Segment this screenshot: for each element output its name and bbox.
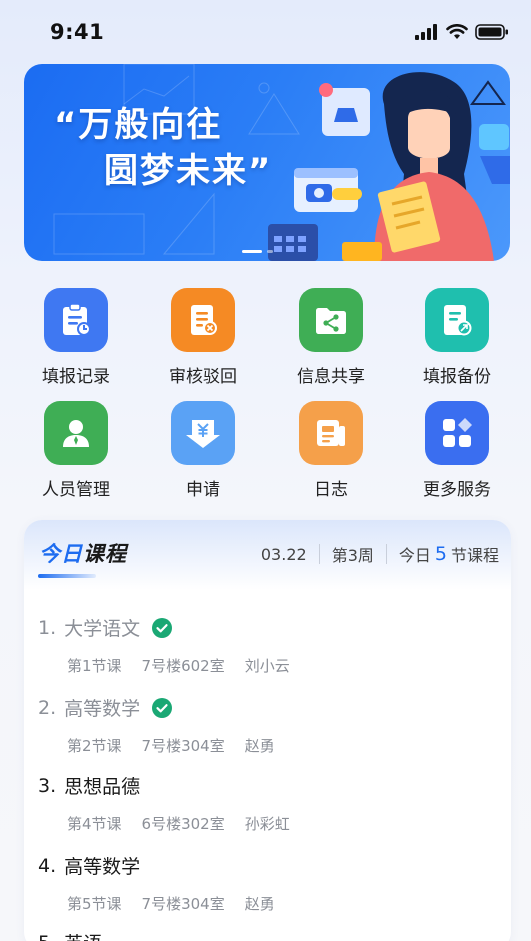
course-room: 7号楼602室 — [141, 657, 225, 675]
service-label: 申请 — [186, 480, 220, 500]
course-teacher: 赵勇 — [244, 895, 275, 913]
service-item-apply[interactable]: 申请 — [148, 401, 258, 500]
today-courses-card: 今日课程 03.22 第3周 今日 5 节课程 1. 大学语文 第1节课 7号楼… — [24, 520, 511, 941]
service-item-log[interactable]: 日志 — [276, 401, 386, 500]
service-label: 人员管理 — [42, 480, 110, 500]
service-label: 填报备份 — [423, 367, 491, 387]
today-date: 03.22 — [260, 544, 307, 564]
week-number: 第3周 — [331, 546, 374, 565]
course-teacher: 孙彩虹 — [244, 815, 290, 833]
course-index: 1. — [38, 616, 57, 639]
service-item-info-share[interactable]: 信息共享 — [276, 288, 386, 387]
course-name: 高等数学 — [64, 856, 141, 878]
course-count: 5 — [434, 543, 447, 565]
divider — [318, 544, 320, 564]
review-reject-icon — [171, 288, 235, 352]
backup-doc-icon — [425, 288, 489, 352]
person-icon — [44, 401, 108, 465]
course-index: 2. — [38, 696, 57, 719]
service-item-personnel[interactable]: 人员管理 — [21, 401, 131, 500]
log-icon — [299, 401, 363, 465]
course-count-prefix: 今日 — [398, 546, 431, 565]
banner-pagination — [242, 250, 273, 253]
service-label: 审核驳回 — [169, 367, 237, 387]
course-name: 大学语文 — [64, 618, 141, 640]
banner-line-1: “万般向往 — [54, 105, 223, 145]
service-label: 信息共享 — [297, 367, 365, 387]
course-room: 7号楼304室 — [141, 895, 225, 913]
wifi-icon — [446, 24, 468, 39]
divider — [385, 544, 387, 564]
course-index: 5. — [38, 932, 56, 941]
course-period: 第1节课 — [67, 657, 122, 675]
course-item[interactable]: 5. 英语 — [38, 929, 498, 941]
course-period: 第5节课 — [67, 895, 122, 913]
check-circle-icon — [152, 697, 173, 718]
course-item[interactable]: 2. 高等数学 第2节课 7号楼304室 赵勇 — [38, 694, 498, 756]
course-period: 第4节课 — [67, 815, 122, 833]
course-name: 英语 — [64, 929, 102, 941]
course-count-suffix: 节课程 — [450, 546, 499, 565]
course-index: 4. — [38, 854, 57, 877]
course-item[interactable]: 4. 高等数学 第5节课 7号楼304室 赵勇 — [38, 852, 498, 914]
service-item-more[interactable]: 更多服务 — [402, 401, 512, 500]
course-name: 思想品德 — [64, 776, 141, 798]
card-title-highlight: 今日 — [39, 542, 83, 566]
service-item-form-record[interactable]: 填报记录 — [21, 288, 131, 387]
banner-line-2: 圆梦未来” — [104, 151, 273, 191]
course-item[interactable]: 3. 思想品德 第4节课 6号楼302室 孙彩虹 — [38, 772, 498, 834]
card-header: 今日课程 03.22 第3周 今日 5 节课程 — [24, 520, 511, 590]
service-item-backup[interactable]: 填报备份 — [402, 288, 512, 387]
course-period: 第2节课 — [67, 737, 122, 755]
status-time: 9:41 — [50, 20, 105, 44]
course-teacher: 赵勇 — [244, 737, 275, 755]
course-teacher: 刘小云 — [244, 657, 290, 675]
promo-banner[interactable]: “万般向往 圆梦未来” — [24, 64, 510, 261]
banner-title: “万般向往 圆梦未来” — [54, 102, 272, 194]
banner-dot[interactable] — [267, 250, 273, 253]
title-underline — [38, 574, 96, 578]
status-icons — [415, 24, 509, 40]
card-meta: 03.22 第3周 今日 5 节课程 — [261, 542, 499, 566]
service-item-review-reject[interactable]: 审核驳回 — [148, 288, 258, 387]
course-room: 7号楼304室 — [141, 737, 225, 755]
check-circle-icon — [152, 617, 173, 638]
service-label: 日志 — [314, 480, 348, 500]
battery-icon — [475, 24, 508, 40]
signal-icon — [415, 24, 437, 40]
card-title: 今日课程 — [39, 538, 127, 568]
service-label: 更多服务 — [423, 480, 491, 500]
course-index: 3. — [38, 774, 57, 797]
status-bar: 9:41 — [0, 0, 531, 64]
share-folder-icon — [299, 288, 363, 352]
service-label: 填报记录 — [42, 367, 110, 387]
more-grid-icon — [425, 401, 489, 465]
course-name: 高等数学 — [64, 698, 141, 720]
yuan-apply-icon — [171, 401, 235, 465]
course-item[interactable]: 1. 大学语文 第1节课 7号楼602室 刘小云 — [38, 614, 498, 676]
course-room: 6号楼302室 — [141, 815, 225, 833]
banner-dot[interactable] — [242, 250, 262, 253]
card-title-rest: 课程 — [83, 542, 127, 566]
form-record-icon — [44, 288, 108, 352]
